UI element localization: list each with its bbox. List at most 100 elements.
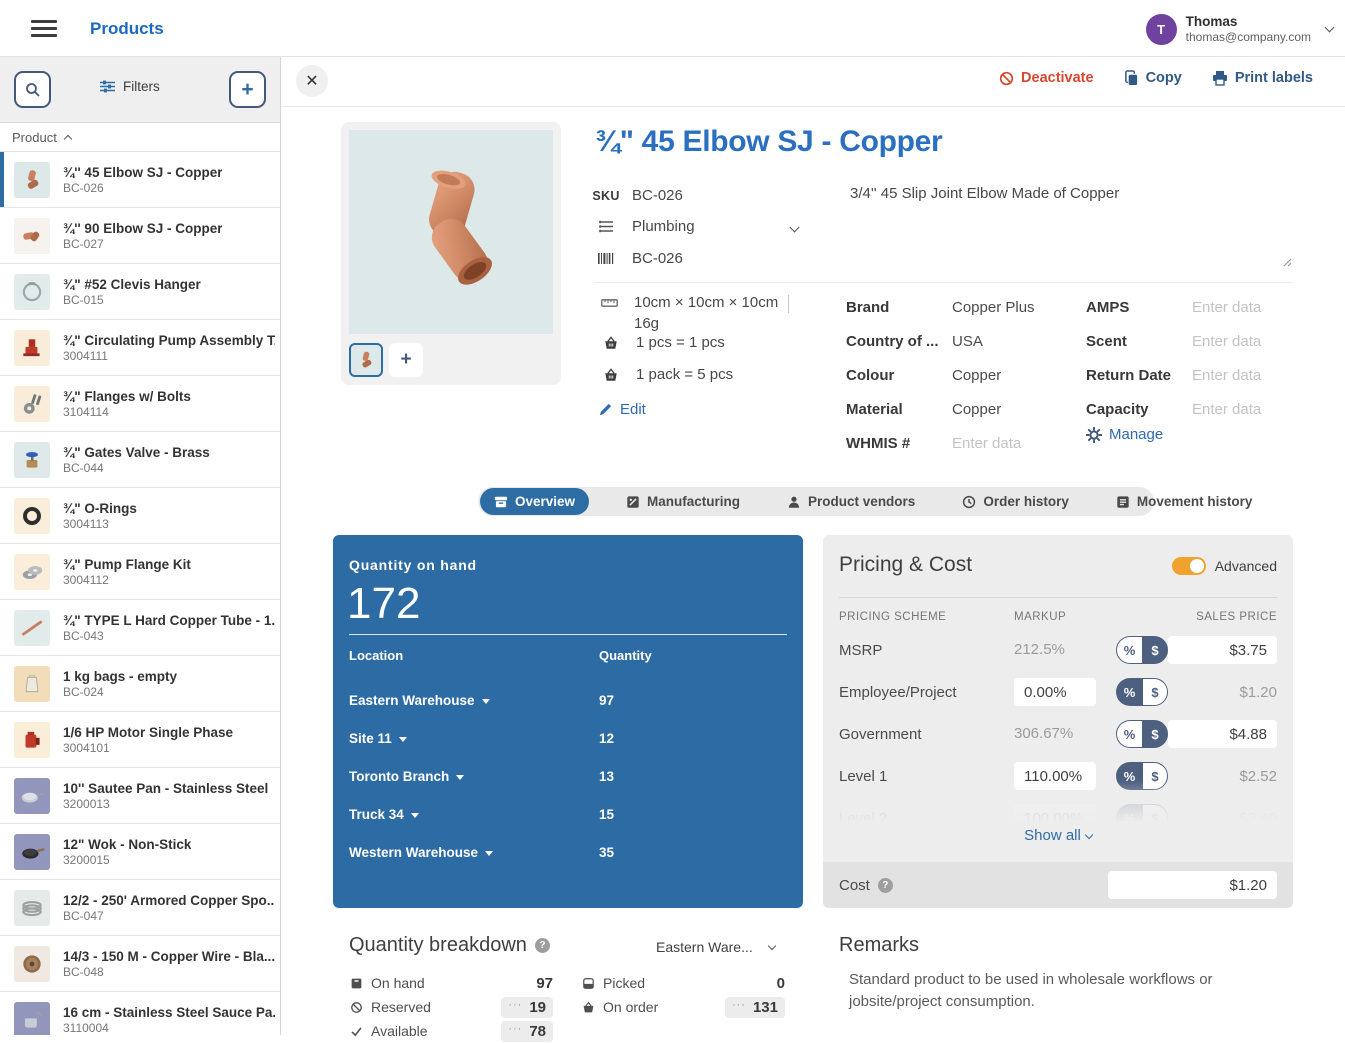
cost-input[interactable]: $1.20 <box>1108 871 1277 899</box>
product-sku: 3004112 <box>63 573 191 587</box>
breakdown-location-filter[interactable]: Eastern Ware... <box>656 939 775 955</box>
percent-dollar-toggle[interactable]: %$ <box>1116 636 1168 664</box>
list-item[interactable]: ¾'' 90 Elbow SJ - CopperBC-027 <box>0 208 280 264</box>
cable-coil-icon <box>14 890 50 926</box>
quantity-breakdown-header: Quantity breakdown ? <box>349 934 550 957</box>
list-item[interactable]: ¾'' 45 Elbow SJ - CopperBC-026 <box>0 152 280 208</box>
percent-dollar-toggle[interactable]: %$ <box>1116 804 1168 821</box>
field-value[interactable]: Copper <box>952 367 1001 384</box>
dollar-option[interactable]: $ <box>1142 636 1168 664</box>
add-image-button[interactable]: + <box>389 343 423 377</box>
close-button[interactable]: ✕ <box>296 65 328 97</box>
list-item[interactable]: 12/2 - 250' Armored Copper Spo...BC-047 <box>0 880 280 936</box>
remarks-field[interactable]: Standard product to be used in wholesale… <box>849 969 1301 1013</box>
hamburger-menu-icon[interactable] <box>31 20 57 37</box>
list-item[interactable]: 12" Wok - Non-Stick3200015 <box>0 824 280 880</box>
product-sku: 3200013 <box>63 797 268 811</box>
search-button[interactable] <box>14 71 51 108</box>
list-item[interactable]: ¾" Flanges w/ Bolts3104114 <box>0 376 280 432</box>
print-labels-button[interactable]: Print labels <box>1212 70 1313 86</box>
breakdown-editable-value[interactable]: ···78 <box>501 1021 553 1042</box>
location-dropdown[interactable]: Western Warehouse <box>349 845 599 860</box>
description-field[interactable]: 3/4'' 45 Slip Joint Elbow Made of Copper <box>850 185 1292 267</box>
page-title[interactable]: Products <box>90 19 164 39</box>
list-item[interactable]: ¾" O-Rings3004113 <box>0 488 280 544</box>
location-dropdown[interactable]: Truck 34 <box>349 807 599 822</box>
category-select[interactable]: Plumbing <box>595 218 695 235</box>
printer-icon <box>1212 71 1228 86</box>
deactivate-button[interactable]: Deactivate <box>999 70 1094 86</box>
sales-price-input[interactable]: $4.88 <box>1168 720 1277 748</box>
percent-dollar-toggle[interactable]: %$ <box>1116 678 1168 706</box>
sales-price-input[interactable]: $3.75 <box>1168 636 1277 664</box>
tab-order-history[interactable]: Order history <box>952 488 1079 515</box>
location-dropdown[interactable]: Site 11 <box>349 731 599 746</box>
list-item[interactable]: ¾" Circulating Pump Assembly T...3004111 <box>0 320 280 376</box>
hanger-icon <box>14 274 50 310</box>
uom-value[interactable]: 1 pack = 5 pcs <box>636 366 733 383</box>
field-value[interactable]: USA <box>952 333 983 350</box>
breakdown-editable-value[interactable]: ···131 <box>725 997 785 1018</box>
markup-input[interactable]: 110.00% <box>1014 762 1096 790</box>
advanced-toggle[interactable]: Advanced <box>1172 557 1277 575</box>
list-item[interactable]: ¾" #52 Clevis HangerBC-015 <box>0 264 280 320</box>
uom-value[interactable]: 1 pcs = 1 pcs <box>636 334 725 351</box>
sku-value[interactable]: BC-026 <box>632 187 683 204</box>
product-name: 14/3 - 150 M - Copper Wire - Bla... <box>63 949 275 964</box>
resize-handle[interactable] <box>1282 257 1292 267</box>
manage-fields-button[interactable]: Manage <box>1086 426 1163 443</box>
list-item[interactable]: 10'' Sautee Pan - Stainless Steel3200013 <box>0 768 280 824</box>
sku-row: SKU BC-026 <box>595 187 683 204</box>
field-value[interactable]: Enter data <box>952 435 1021 452</box>
list-item[interactable]: ¾" TYPE L Hard Copper Tube - 1...BC-043 <box>0 600 280 656</box>
field-value[interactable]: Copper Plus <box>952 299 1035 316</box>
tab-product-vendors[interactable]: Product vendors <box>777 488 925 515</box>
percent-dollar-toggle[interactable]: %$ <box>1116 720 1168 748</box>
percent-option[interactable]: % <box>1116 720 1142 748</box>
percent-dollar-toggle[interactable]: %$ <box>1116 762 1168 790</box>
field-value[interactable]: Enter data <box>1192 299 1261 316</box>
percent-option[interactable]: % <box>1116 636 1142 664</box>
list-item[interactable]: 1 kg bags - emptyBC-024 <box>0 656 280 712</box>
percent-option[interactable]: % <box>1116 804 1142 821</box>
user-menu[interactable]: T Thomas thomas@company.com <box>1146 9 1333 49</box>
product-column-header[interactable]: Product <box>0 123 280 152</box>
pricing-scheme-header: PRICING SCHEME <box>839 611 1014 623</box>
markup-input[interactable]: 100.00% <box>1014 804 1096 821</box>
image-thumbnail-selected[interactable] <box>349 343 383 377</box>
product-sku: 3004101 <box>63 741 233 755</box>
dollar-option[interactable]: $ <box>1142 678 1168 706</box>
percent-option[interactable]: % <box>1116 678 1142 706</box>
list-item[interactable]: ¾" Pump Flange Kit3004112 <box>0 544 280 600</box>
field-value[interactable]: Enter data <box>1192 367 1261 384</box>
add-product-button[interactable]: + <box>229 71 266 108</box>
field-value[interactable]: Enter data <box>1192 333 1261 350</box>
filters-button[interactable]: Filters <box>100 79 160 94</box>
dollar-option[interactable]: $ <box>1142 804 1168 821</box>
location-dropdown[interactable]: Toronto Branch <box>349 769 599 784</box>
cost-value[interactable]: $1.20 <box>1108 871 1277 899</box>
edit-button[interactable]: Edit <box>599 401 646 418</box>
tab-overview[interactable]: Overview <box>480 488 589 515</box>
list-item[interactable]: 16 cm - Stainless Steel Sauce Pa...31100… <box>0 992 280 1035</box>
list-item[interactable]: 1/6 HP Motor Single Phase3004101 <box>0 712 280 768</box>
list-item[interactable]: ¾" Gates Valve - BrassBC-044 <box>0 432 280 488</box>
breakdown-editable-value[interactable]: ···19 <box>501 997 553 1018</box>
tab-movement-history[interactable]: Movement history <box>1106 488 1263 515</box>
markup-input[interactable]: 0.00% <box>1014 678 1096 706</box>
help-icon[interactable]: ? <box>878 878 893 893</box>
weight-value[interactable]: 16g <box>634 315 659 332</box>
help-icon[interactable]: ? <box>535 938 550 953</box>
list-item[interactable]: 14/3 - 150 M - Copper Wire - Bla...BC-04… <box>0 936 280 992</box>
dimensions-value[interactable]: 10cm × 10cm × 10cm <box>634 294 778 311</box>
field-value[interactable]: Copper <box>952 401 1001 418</box>
dollar-option[interactable]: $ <box>1142 720 1168 748</box>
barcode-value[interactable]: BC-026 <box>632 250 683 267</box>
show-all-button[interactable]: Show all <box>823 827 1293 844</box>
tab-manufacturing[interactable]: Manufacturing <box>616 488 750 515</box>
copy-button[interactable]: Copy <box>1124 70 1182 86</box>
dollar-option[interactable]: $ <box>1142 762 1168 790</box>
field-value[interactable]: Enter data <box>1192 401 1261 418</box>
location-dropdown[interactable]: Eastern Warehouse <box>349 693 599 708</box>
percent-option[interactable]: % <box>1116 762 1142 790</box>
